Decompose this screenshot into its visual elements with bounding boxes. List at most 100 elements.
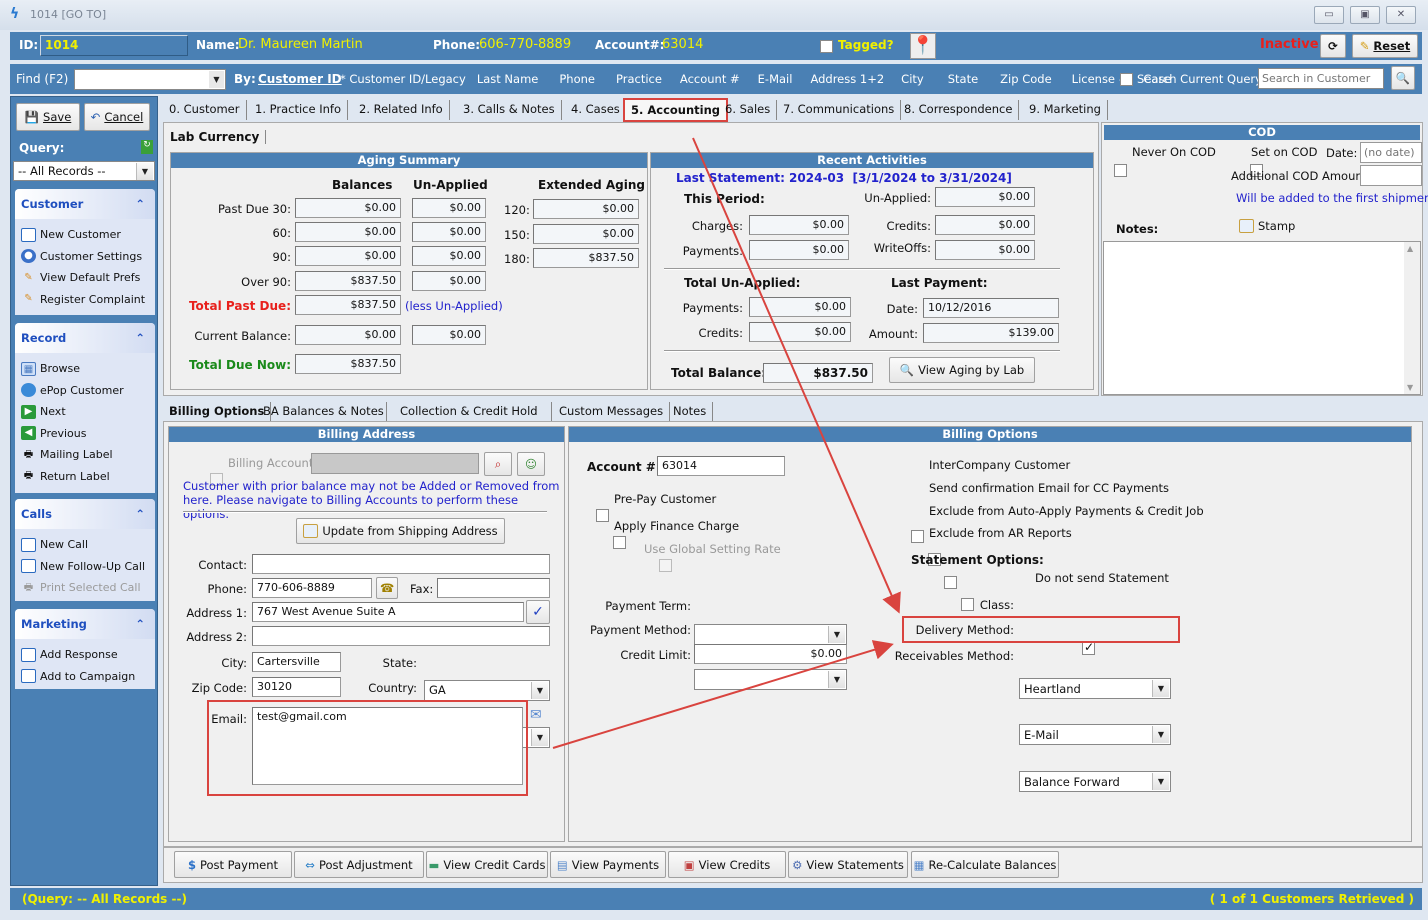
sidebar-item-new-call[interactable]: New Call <box>15 534 155 556</box>
account-user-button[interactable]: ☺ <box>517 452 545 476</box>
envelope-icon[interactable]: ✉ <box>530 707 542 723</box>
email-textarea[interactable]: test@gmail.com <box>252 707 523 785</box>
section-header-customer[interactable]: Customer ⌃ <box>15 189 155 219</box>
address2-input[interactable] <box>252 626 550 646</box>
notes-scrollbar[interactable]: ▲ ▼ <box>1404 242 1420 394</box>
cod-notes-textarea[interactable]: ▲ ▼ <box>1103 241 1421 395</box>
tab-ba-balances-notes[interactable]: BA Balances & Notes <box>257 402 387 422</box>
refresh-query-icon[interactable]: ↻ <box>141 140 153 154</box>
sidebar-item-next[interactable]: ▶ Next <box>15 401 155 423</box>
prepay-checkbox[interactable] <box>596 508 609 522</box>
credit-limit-input[interactable]: $0.00 <box>694 644 847 664</box>
fax-input[interactable] <box>437 578 550 598</box>
find-by-email[interactable]: E-Mail <box>758 72 793 86</box>
section-header-calls[interactable]: Calls ⌃ <box>15 499 155 529</box>
never-on-cod-checkbox[interactable] <box>1114 163 1127 177</box>
minimize-button[interactable]: ▭ <box>1314 6 1344 24</box>
do-not-send-statement-checkbox[interactable] <box>1082 640 1095 655</box>
close-button[interactable]: ✕ <box>1386 6 1416 24</box>
tab-communications[interactable]: 7. Communications <box>777 100 902 120</box>
post-adjustment-button[interactable]: ⇔ Post Adjustment <box>294 851 424 878</box>
contact-input[interactable] <box>252 554 550 574</box>
sidebar-item-register-complaint[interactable]: ✎ Register Complaint <box>15 289 155 311</box>
sidebar-item-return-label[interactable]: 🖶 Return Label <box>15 466 155 488</box>
tab-notes[interactable]: Notes <box>667 402 714 422</box>
id-field[interactable]: 1014 <box>40 35 188 56</box>
class-select[interactable]: Heartland ▼ <box>1019 678 1171 699</box>
tab-correspondence[interactable]: 8. Correspondence <box>898 100 1020 120</box>
cod-date-input[interactable] <box>1360 142 1422 163</box>
tab-related-info[interactable]: 2. Related Info <box>353 100 450 120</box>
exclude-ar-checkbox[interactable] <box>960 598 974 611</box>
find-by-practice[interactable]: Practice <box>616 72 662 86</box>
post-payment-button[interactable]: $ Post Payment <box>174 851 292 878</box>
lookup-account-button[interactable]: ⌕ <box>484 452 512 476</box>
find-by-state[interactable]: State <box>948 72 978 86</box>
scroll-up-icon[interactable]: ▲ <box>1407 244 1413 253</box>
recalculate-balances-button[interactable]: ▦ Re-Calculate Balances <box>911 851 1059 878</box>
tab-cases[interactable]: 4. Cases <box>565 100 627 120</box>
section-header-record[interactable]: Record ⌃ <box>15 323 155 353</box>
query-select[interactable]: -- All Records -- ▼ <box>13 161 155 181</box>
view-statements-button[interactable]: ⚙ View Statements <box>788 851 908 878</box>
tab-billing-options[interactable]: Billing Options <box>163 402 272 422</box>
sidebar-item-new-follow-up-call[interactable]: New Follow-Up Call <box>15 556 155 578</box>
view-credit-cards-button[interactable]: ▬ View Credit Cards <box>426 851 548 878</box>
find-by-customer-id[interactable]: Customer ID <box>258 72 342 86</box>
sidebar-item-add-to-campaign[interactable]: Add to Campaign <box>15 666 155 688</box>
exclude-auto-apply-checkbox[interactable] <box>944 576 957 589</box>
search-current-query-checkbox[interactable] <box>1120 72 1133 86</box>
subtab-lab-currency[interactable]: Lab Currency <box>170 130 267 144</box>
search-button[interactable]: 🔍 <box>1391 66 1415 90</box>
sidebar-item-add-response[interactable]: Add Response <box>15 644 155 666</box>
phone-input[interactable]: 770-606-8889 <box>252 578 372 598</box>
tab-sales[interactable]: 6. Sales <box>719 100 778 120</box>
view-aging-by-lab-button[interactable]: 🔍 View Aging by Lab <box>889 357 1035 383</box>
receivables-method-select[interactable]: Balance Forward ▼ <box>1019 771 1171 792</box>
scroll-down-icon[interactable]: ▼ <box>1407 383 1413 392</box>
refresh-button[interactable]: ⟳ <box>1320 34 1346 58</box>
zip-input[interactable]: 30120 <box>252 677 341 697</box>
dial-phone-button[interactable]: ☎ <box>376 577 398 599</box>
sidebar-item-customer-settings[interactable]: ● Customer Settings <box>15 246 155 268</box>
tab-accounting[interactable]: 5. Accounting <box>623 98 729 122</box>
sidebar-item-view-default-prefs[interactable]: ✎ View Default Prefs <box>15 267 155 289</box>
intercompany-checkbox[interactable] <box>911 530 924 543</box>
find-by-zip[interactable]: Zip Code <box>1000 72 1051 86</box>
payment-term-select[interactable]: ▼ <box>694 623 847 645</box>
address1-input[interactable]: 767 West Avenue Suite A <box>252 602 524 622</box>
tab-marketing[interactable]: 9. Marketing <box>1023 100 1108 120</box>
sidebar-item-previous[interactable]: ◀ Previous <box>15 423 155 445</box>
tab-customer[interactable]: 0. Customer <box>163 100 247 120</box>
find-by-address[interactable]: Address 1+2 <box>810 72 884 86</box>
additional-cod-input[interactable] <box>1360 165 1422 186</box>
reset-button[interactable]: ✎ Reset <box>1352 34 1418 58</box>
find-by-account[interactable]: Account # <box>680 72 740 86</box>
view-credits-button[interactable]: ▣ View Credits <box>668 851 786 878</box>
save-button[interactable]: 💾 Save <box>16 103 80 131</box>
payment-method-select[interactable]: ▼ <box>694 668 847 690</box>
sidebar-item-mailing-label[interactable]: 🖶 Mailing Label <box>15 444 155 466</box>
restore-button[interactable]: ▣ <box>1350 6 1380 24</box>
cancel-button[interactable]: ↶ Cancel <box>84 103 150 131</box>
verify-address-button[interactable]: ✓ <box>526 600 550 624</box>
section-header-marketing[interactable]: Marketing ⌃ <box>15 609 155 639</box>
city-input[interactable]: Cartersville <box>252 652 341 672</box>
map-pin-button[interactable]: 📍 <box>910 33 936 59</box>
tab-calls-notes[interactable]: 3. Calls & Notes <box>457 100 562 120</box>
state-select[interactable]: GA ▼ <box>424 679 550 701</box>
stamp-button[interactable]: Stamp <box>1239 219 1295 233</box>
view-payments-button[interactable]: ▤ View Payments <box>550 851 666 878</box>
bo-account-input[interactable]: 63014 <box>657 456 785 476</box>
find-by-last-name[interactable]: Last Name <box>477 72 539 86</box>
tab-collection-credit-hold[interactable]: Collection & Credit Hold <box>394 402 552 422</box>
chevron-down-icon[interactable]: ▼ <box>209 71 224 88</box>
sidebar-item-browse[interactable]: ▦ Browse <box>15 358 155 380</box>
tab-custom-messages[interactable]: Custom Messages <box>553 402 671 422</box>
finance-charge-checkbox[interactable] <box>612 535 626 549</box>
find-input[interactable]: ▼ <box>74 69 226 90</box>
sidebar-item-new-customer[interactable]: New Customer <box>15 224 155 246</box>
tab-practice-info[interactable]: 1. Practice Info <box>249 100 348 120</box>
tagged-checkbox[interactable] <box>820 39 833 53</box>
find-by-phone[interactable]: Phone <box>559 72 595 86</box>
